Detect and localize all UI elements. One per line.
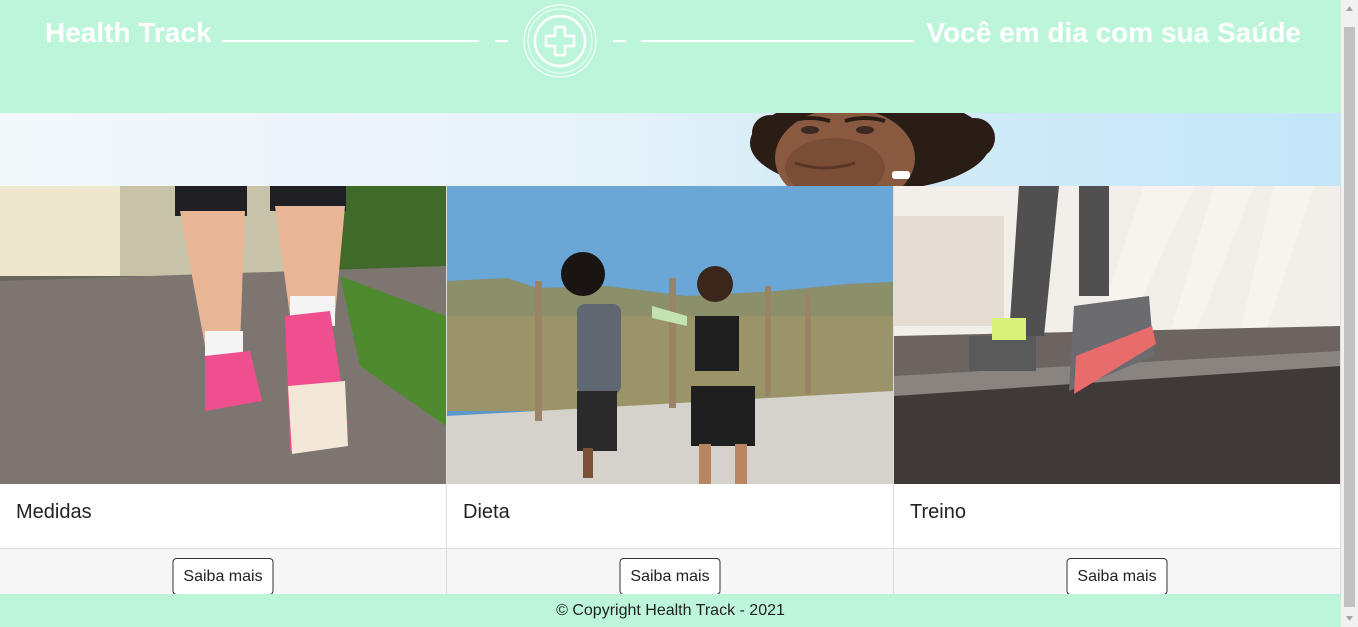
page: Health Track Você em dia com sua Saúde M… [0,0,1358,627]
site-header: Health Track Você em dia com sua Saúde [0,0,1341,113]
site-footer: © Copyright Health Track - 2021 [0,594,1341,627]
header-dash-right [613,40,626,42]
treadmill-running-photo [894,186,1340,484]
header-divider-right [641,40,914,42]
card-footer: Saiba mais [447,548,893,595]
card-body: Treino [894,484,1340,548]
scroll-down-arrow-icon[interactable] [1341,610,1358,627]
header-tagline: Você em dia com sua Saúde [926,17,1301,48]
scroll-up-arrow-icon[interactable] [1341,0,1358,17]
saiba-mais-button[interactable]: Saiba mais [172,558,274,595]
card-body: Medidas [0,484,446,548]
card-dieta: Dieta Saiba mais [447,186,894,595]
medical-cross-icon [523,4,597,78]
saiba-mais-button[interactable]: Saiba mais [619,558,721,595]
smiling-man-photo [750,113,995,186]
card-image [0,186,446,484]
header-dash-left [495,40,508,42]
couple-walking-outdoors-photo [447,186,893,484]
copyright-text: © Copyright Health Track - 2021 [556,602,785,619]
feature-cards: Medidas Saiba mais Dieta Saiba mais Trei… [0,186,1341,595]
card-title: Medidas [16,501,92,523]
walking-feet-pink-sneakers-photo [0,186,446,484]
scrollbar-thumb[interactable] [1344,27,1355,607]
card-title: Treino [910,501,966,523]
card-footer: Saiba mais [0,548,446,595]
card-medidas: Medidas Saiba mais [0,186,447,595]
card-image [447,186,893,484]
card-footer: Saiba mais [894,548,1340,595]
card-title: Dieta [463,501,510,523]
vertical-scrollbar[interactable] [1341,0,1358,627]
brand-title[interactable]: Health Track [45,17,212,49]
header-divider-left [222,40,479,42]
saiba-mais-button[interactable]: Saiba mais [1066,558,1168,595]
hero-banner [0,113,1341,186]
card-treino: Treino Saiba mais [894,186,1341,595]
card-body: Dieta [447,484,893,548]
card-image [894,186,1340,484]
